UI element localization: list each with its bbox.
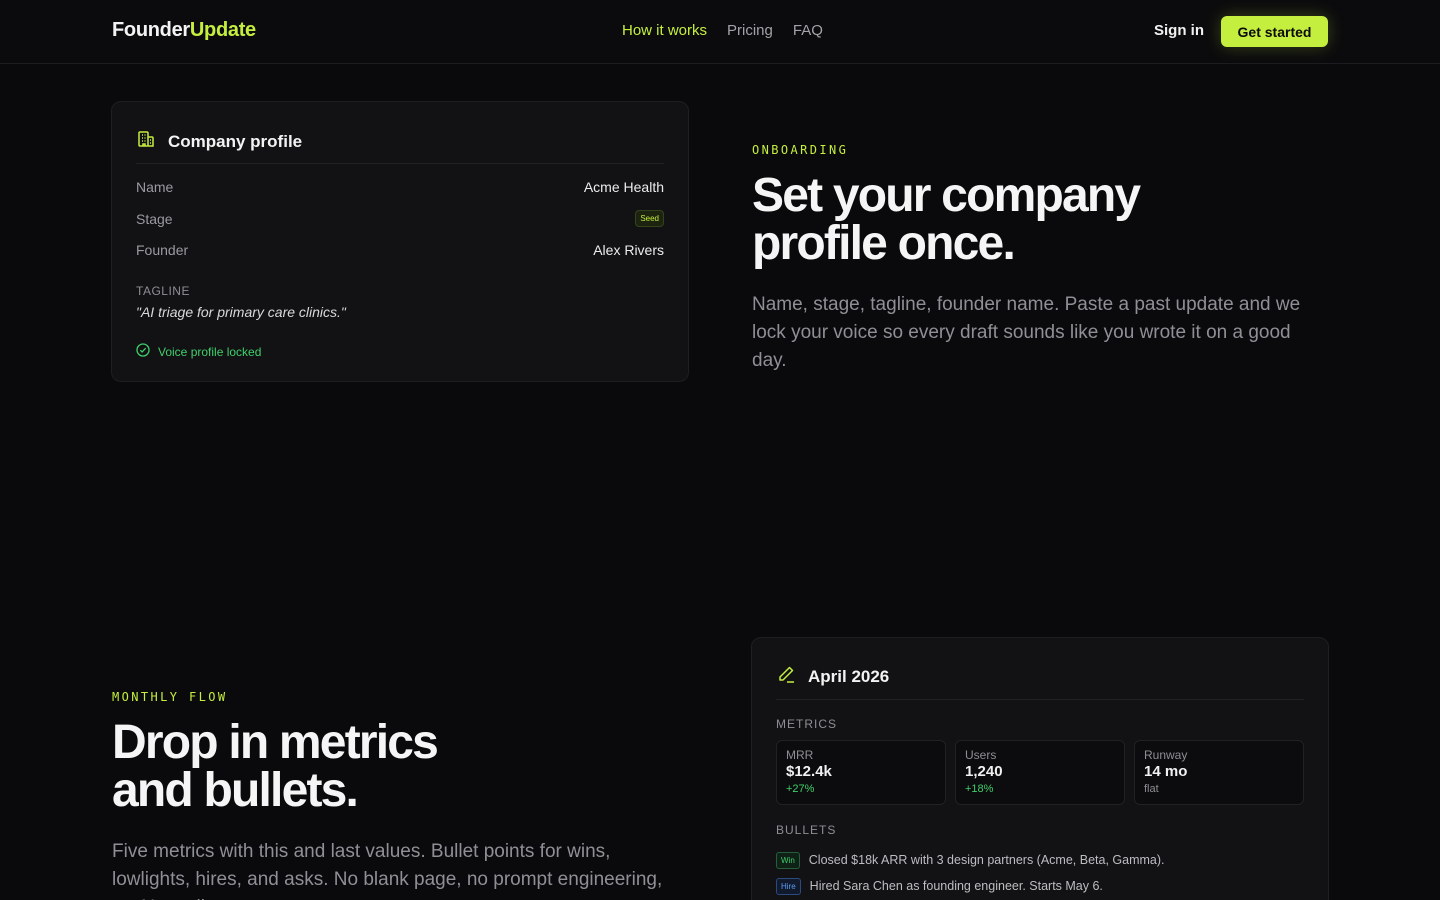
get-started-button[interactable]: Get started xyxy=(1221,16,1328,47)
metric-label: Users xyxy=(965,748,997,762)
logo[interactable]: FounderUpdate xyxy=(112,19,256,42)
metrics-label: METRICS xyxy=(776,717,837,731)
metric-value: 1,240 xyxy=(965,763,1003,780)
sign-in-link[interactable]: Sign in xyxy=(1154,22,1204,39)
nav-link-how-it-works[interactable]: How it works xyxy=(622,22,707,39)
check-circle-icon xyxy=(136,343,150,360)
metric-card-users[interactable]: Users 1,240 +18% xyxy=(955,740,1125,805)
metric-card-mrr[interactable]: MRR $12.4k +27% xyxy=(776,740,946,805)
profile-row-stage: Stage Seed xyxy=(136,210,664,227)
hire-tag: Hire xyxy=(776,877,801,895)
monthly-flow-lead: Five metrics with this and last values. … xyxy=(112,841,663,900)
card-header: April 2026 xyxy=(776,664,889,689)
stage-badge: Seed xyxy=(635,210,664,227)
row-value: Acme Health xyxy=(583,179,664,195)
card-title: Company profile xyxy=(168,131,303,151)
profile-row-name: Name Acme Health xyxy=(136,179,664,195)
row-label: Stage xyxy=(136,210,173,227)
bullet-text: Hired Sara Chen as founding engineer. St… xyxy=(809,879,1103,893)
monthly-update-card: April 2026 METRICS MRR $12.4k +27% Users… xyxy=(751,637,1329,900)
row-value: Alex Rivers xyxy=(593,242,664,258)
nav-link-pricing[interactable]: Pricing xyxy=(727,22,773,39)
divider xyxy=(136,163,664,164)
metric-value: 14 mo xyxy=(1144,763,1188,780)
tagline-label: TAGLINE xyxy=(136,284,190,298)
metric-delta: +27% xyxy=(786,783,815,795)
nav-link-faq[interactable]: FAQ xyxy=(793,22,823,39)
bullets-label: BULLETS xyxy=(776,823,837,837)
building-icon xyxy=(136,129,156,154)
row-label: Founder xyxy=(136,242,189,258)
metric-value: $12.4k xyxy=(786,763,832,780)
card-title: April 2026 xyxy=(808,666,890,686)
win-tag: Win xyxy=(776,851,800,869)
metric-delta: +18% xyxy=(965,783,994,795)
row-label: Name xyxy=(136,179,174,195)
bullets-list: Win Closed $18k ARR with 3 design partne… xyxy=(776,847,1165,900)
heading-line-2: and bullets. xyxy=(112,764,359,817)
heading-line-2: profile once. xyxy=(752,217,1016,270)
heading-line-1: Set your company xyxy=(752,169,1141,222)
monthly-flow-heading: Drop in metrics and bullets. xyxy=(112,716,439,817)
profile-row-founder: Founder Alex Rivers xyxy=(136,242,664,258)
voice-locked-status: Voice profile locked xyxy=(136,343,261,360)
heading-line-1: Drop in metrics xyxy=(112,716,439,769)
bullet-item[interactable]: Win Closed $18k ARR with 3 design partne… xyxy=(776,847,1165,873)
company-profile-card: Company profile Name Acme Health Stage S… xyxy=(111,101,689,382)
nav-links: How it works Pricing FAQ xyxy=(622,22,823,39)
pencil-icon xyxy=(776,664,796,689)
onboarding-lead: Name, stage, tagline, founder name. Past… xyxy=(752,294,1301,371)
monthly-flow-eyebrow: MONTHLY FLOW xyxy=(112,690,228,704)
onboarding-heading: Set your company profile once. xyxy=(752,169,1141,270)
onboarding-eyebrow: ONBOARDING xyxy=(752,143,849,157)
metrics-grid: MRR $12.4k +27% Users 1,240 +18% Runway … xyxy=(776,740,1304,805)
divider xyxy=(776,699,1304,700)
logo-part-update: Update xyxy=(189,19,256,41)
metric-delta: flat xyxy=(1144,783,1159,795)
metric-card-runway[interactable]: Runway 14 mo flat xyxy=(1134,740,1304,805)
metric-label: MRR xyxy=(786,748,814,762)
tagline-value: "AI triage for primary care clinics." xyxy=(136,304,346,320)
metric-label: Runway xyxy=(1144,748,1188,762)
voice-locked-text: Voice profile locked xyxy=(158,344,262,359)
logo-part-founder: Founder xyxy=(112,19,190,41)
bullet-text: Closed $18k ARR with 3 design partners (… xyxy=(808,853,1165,867)
top-nav: FounderUpdate How it works Pricing FAQ S… xyxy=(0,0,1440,64)
bullet-item[interactable]: Hire Hired Sara Chen as founding enginee… xyxy=(776,873,1165,899)
card-header: Company profile xyxy=(136,129,302,154)
